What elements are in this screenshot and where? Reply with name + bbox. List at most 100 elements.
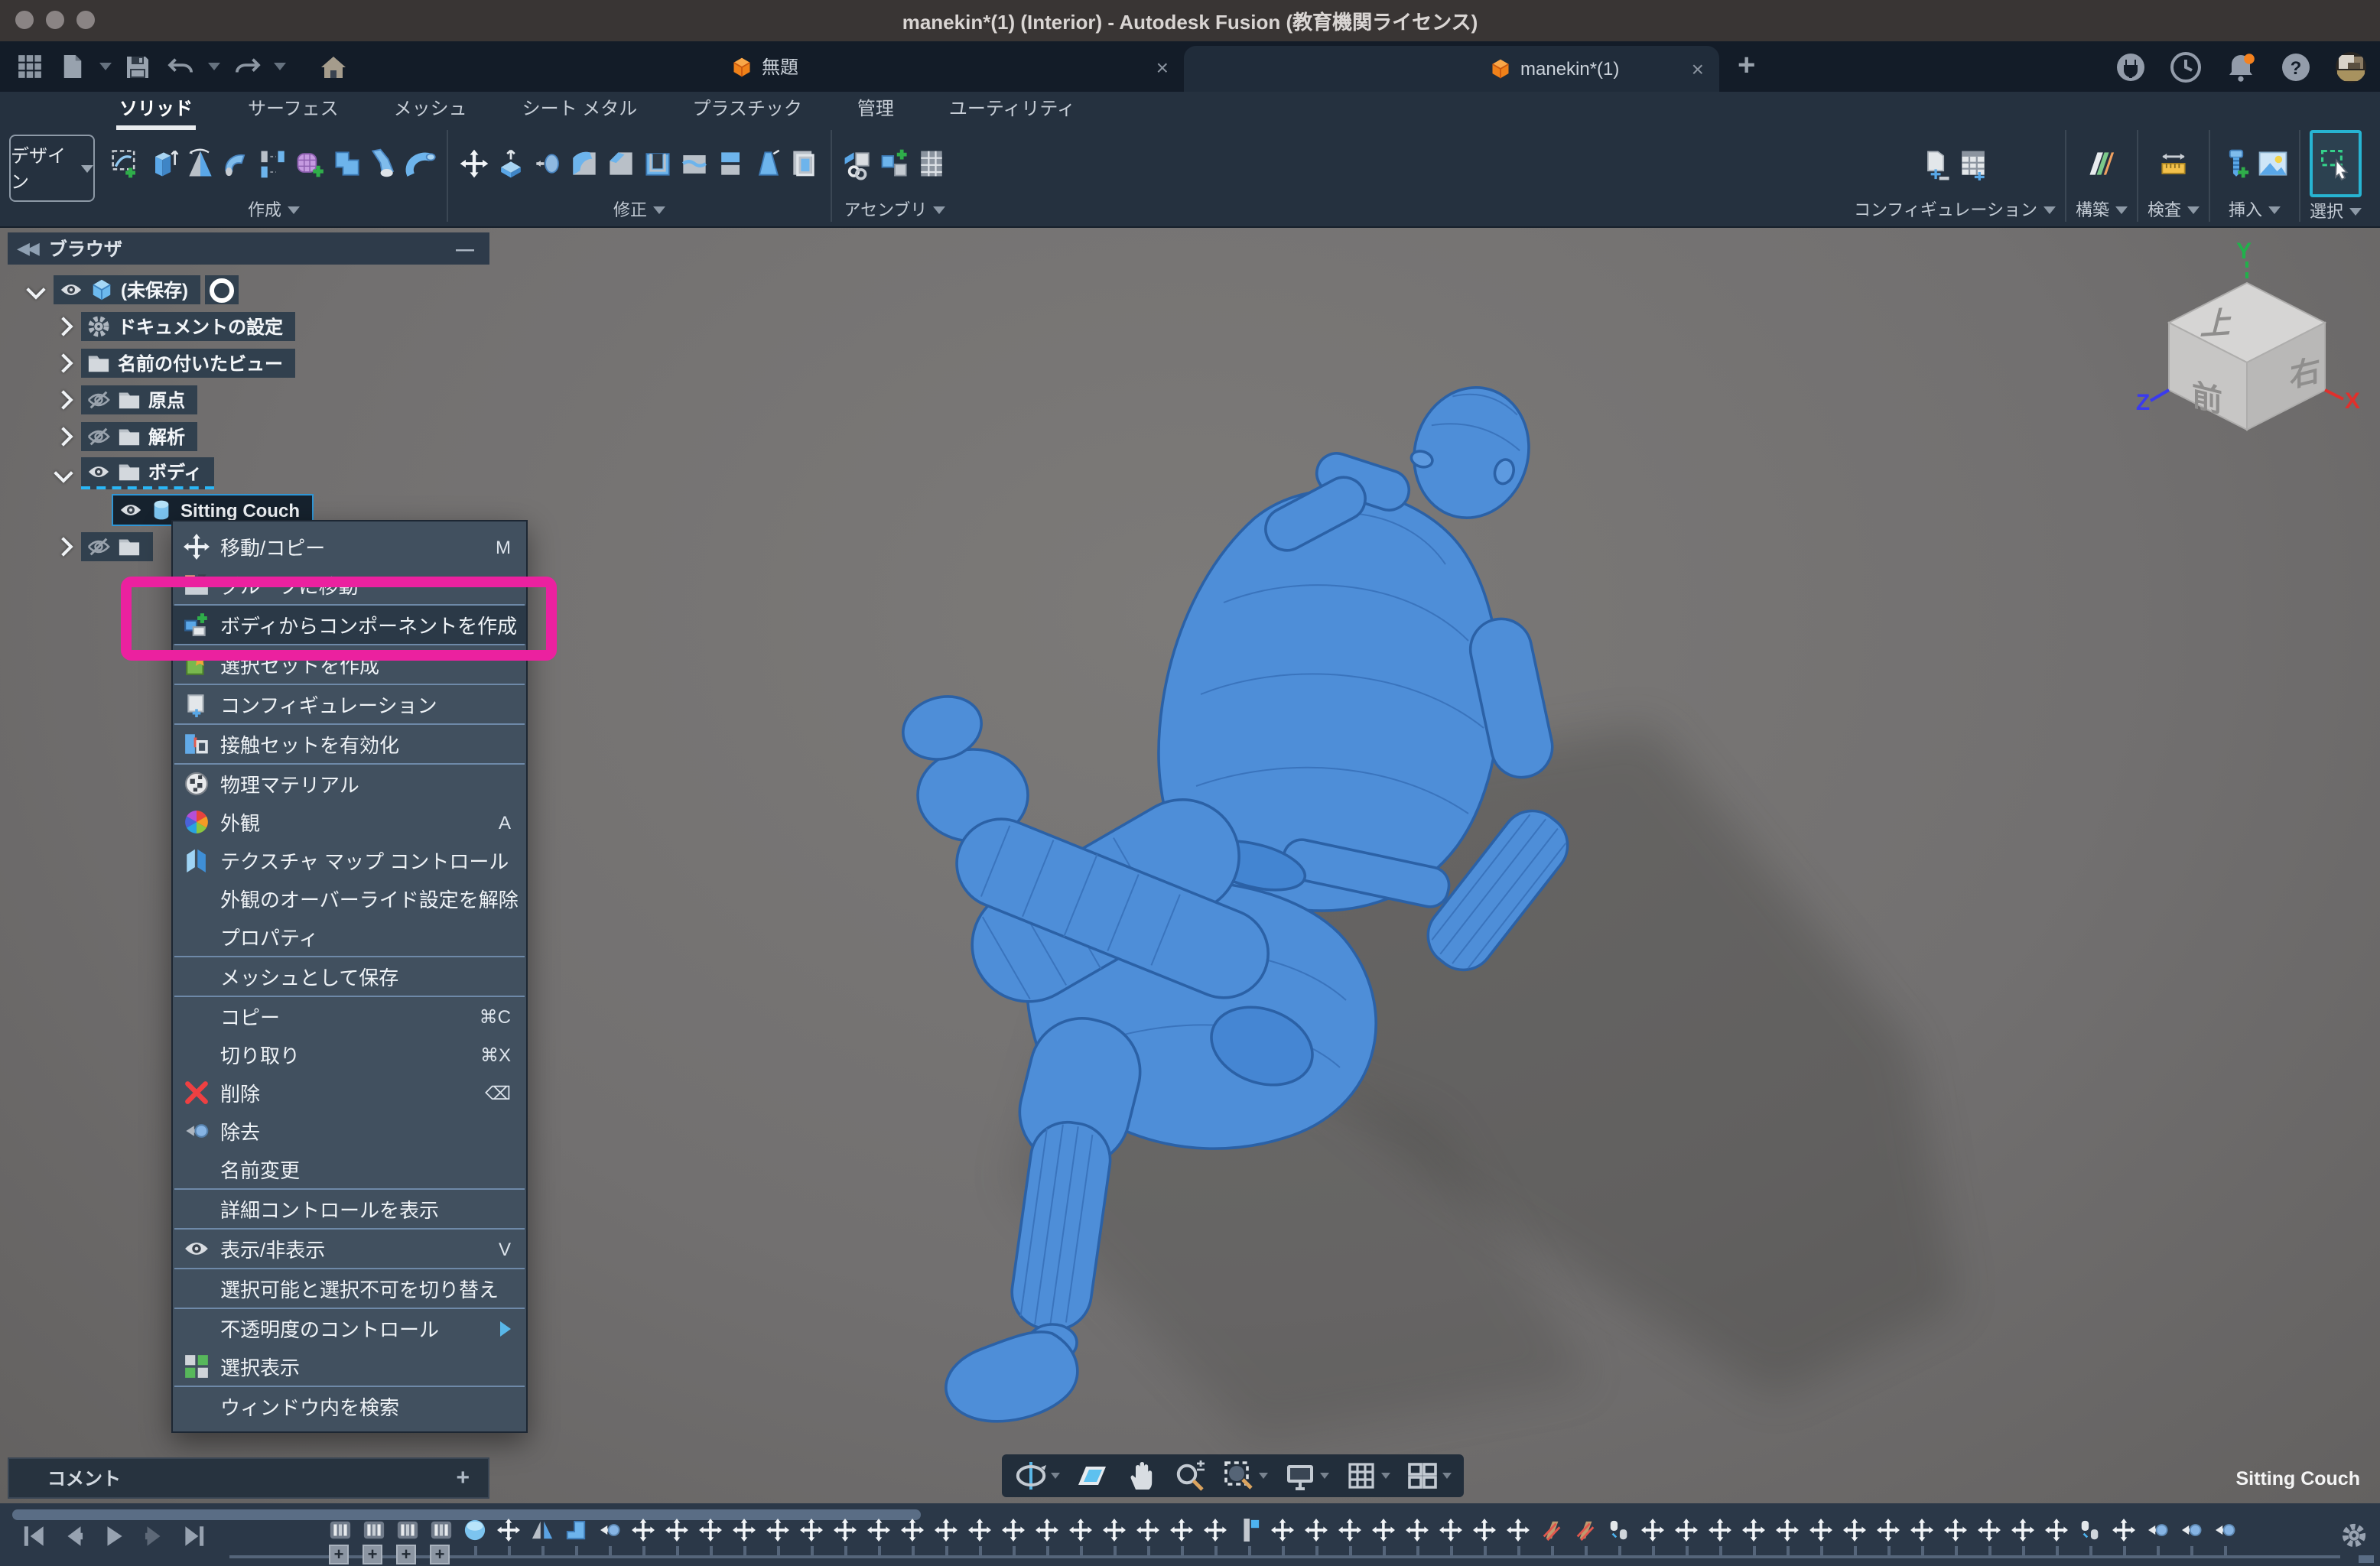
close-tab-icon[interactable]: ×	[1156, 54, 1169, 79]
timeline-settings-gear-icon[interactable]	[2340, 1522, 2368, 1549]
menu-item-詳細コントロールを表示[interactable]: 詳細コントロールを表示	[173, 1190, 526, 1228]
play-button[interactable]	[101, 1523, 127, 1549]
timeline-feature-move[interactable]	[1204, 1519, 1227, 1561]
chevron-down-icon[interactable]	[2043, 206, 2056, 213]
configuration-table-icon[interactable]	[1956, 140, 1990, 186]
timeline-feature-plane-suppressed[interactable]	[1574, 1519, 1597, 1561]
timeline-feature-move[interactable]	[2045, 1519, 2068, 1561]
timeline-feature-group[interactable]: +	[363, 1519, 385, 1561]
timeline-feature-move[interactable]	[632, 1519, 655, 1561]
menu-item-メッシュとして保存[interactable]: メッシュとして保存	[173, 957, 526, 996]
timeline-feature-move[interactable]	[935, 1519, 958, 1561]
timeline-feature-remove[interactable]	[598, 1519, 621, 1561]
menu-item-削除[interactable]: 削除⌫	[173, 1074, 526, 1112]
browser-row-ボディ[interactable]: ボディ	[57, 459, 512, 488]
chevron-down-icon[interactable]	[1320, 1473, 1329, 1479]
browser-node-label[interactable]: (未保存)	[121, 277, 188, 303]
job-status-icon[interactable]	[2169, 50, 2203, 83]
close-button[interactable]	[15, 11, 34, 29]
ribbon-group-label[interactable]: 作成	[248, 197, 281, 222]
home-icon[interactable]	[317, 50, 350, 83]
create-sketch-icon[interactable]	[110, 140, 144, 186]
thicken-icon[interactable]	[714, 140, 748, 186]
ribbon-tab-ユーティリティ[interactable]: ユーティリティ	[946, 90, 1078, 130]
menu-item-除去[interactable]: 除去	[173, 1112, 526, 1150]
browser-node-label[interactable]: ドキュメントの設定	[118, 314, 283, 340]
timeline-feature-move[interactable]	[665, 1519, 688, 1561]
ribbon-tab-メッシュ[interactable]: メッシュ	[391, 90, 470, 130]
chevron-down-icon[interactable]	[2187, 206, 2200, 213]
timeline-feature-move[interactable]	[1641, 1519, 1664, 1561]
chevron-down-icon[interactable]	[26, 280, 45, 299]
timeline-feature-move[interactable]	[1507, 1519, 1530, 1561]
timeline-feature-move[interactable]	[1877, 1519, 1900, 1561]
ribbon-tab-ソリッド[interactable]: ソリッド	[116, 90, 196, 130]
timeline-feature-remove[interactable]	[2146, 1519, 2169, 1561]
timeline-feature-move[interactable]	[1709, 1519, 1731, 1561]
configuration-icon-icon[interactable]	[1920, 140, 1953, 186]
ribbon-group-label[interactable]: 挿入	[2229, 197, 2262, 222]
pan-icon[interactable]	[1124, 1459, 1158, 1493]
timeline-feature-move[interactable]	[497, 1519, 520, 1561]
timeline-feature-move[interactable]	[1372, 1519, 1395, 1561]
measure-icon[interactable]	[2157, 140, 2190, 186]
traffic-lights[interactable]	[15, 11, 95, 29]
comments-panel[interactable]: コメント +	[8, 1457, 489, 1499]
fit-icon[interactable]	[1222, 1459, 1268, 1493]
timeline-feature-move[interactable]	[733, 1519, 756, 1561]
menu-item-プロパティ[interactable]: プロパティ	[173, 918, 526, 956]
ribbon-group-label[interactable]: コンフィギュレーション	[1854, 197, 2037, 222]
timeline-feature-group[interactable]: +	[329, 1519, 352, 1561]
minimize-button[interactable]	[46, 11, 64, 29]
browser-row-(未保存)[interactable]: (未保存)	[29, 275, 512, 304]
timeline-feature-sphere[interactable]	[463, 1519, 486, 1561]
construction-plane-icon[interactable]	[2085, 140, 2118, 186]
viewports-icon[interactable]	[1406, 1459, 1452, 1493]
expand-group-icon[interactable]: +	[396, 1545, 416, 1564]
timeline-feature-move[interactable]	[2112, 1519, 2135, 1561]
chevron-down-icon[interactable]	[1442, 1473, 1452, 1479]
ribbon-group-label[interactable]: 検査	[2148, 197, 2181, 222]
chevron-down-icon[interactable]	[653, 206, 665, 213]
chevron-down-icon[interactable]	[1259, 1473, 1268, 1479]
menu-item-名前変更[interactable]: 名前変更	[173, 1150, 526, 1188]
timeline-feature-move[interactable]	[1910, 1519, 1933, 1561]
skip-end-button[interactable]	[180, 1523, 206, 1549]
save-icon[interactable]	[121, 50, 154, 83]
offset-face-icon[interactable]	[531, 140, 564, 186]
ribbon-group-label[interactable]: アセンブリ	[844, 197, 928, 222]
file-menu-caret[interactable]	[99, 63, 112, 70]
timeline-feature-move[interactable]	[1978, 1519, 2001, 1561]
chevron-down-icon[interactable]	[54, 463, 73, 482]
ribbon-group-label[interactable]: 修正	[613, 197, 647, 222]
timeline-feature-move[interactable]	[1170, 1519, 1193, 1561]
timeline-feature-move[interactable]	[1136, 1519, 1159, 1561]
timeline-feature-plane-suppressed[interactable]	[1540, 1519, 1563, 1561]
ribbon-group-label[interactable]: 構築	[2076, 197, 2109, 222]
chevron-down-icon[interactable]	[2115, 206, 2128, 213]
extrude-icon[interactable]	[147, 140, 180, 186]
timeline-feature-move[interactable]	[968, 1519, 991, 1561]
timeline-feature-move[interactable]	[1271, 1519, 1294, 1561]
timeline-feature-move[interactable]	[1439, 1519, 1462, 1561]
timeline-feature-cylinder-feature[interactable]	[2079, 1519, 2102, 1561]
browser-node-label[interactable]: 解析	[148, 424, 185, 450]
add-comment-button[interactable]: +	[456, 1465, 470, 1491]
timeline-feature-group[interactable]: +	[430, 1519, 453, 1561]
browser-node-label[interactable]: Sitting Couch	[180, 499, 300, 521]
undo-icon[interactable]	[164, 50, 197, 83]
sweep-icon[interactable]	[220, 140, 254, 186]
rigid-group-icon[interactable]	[915, 140, 948, 186]
visibility-off-icon[interactable]	[87, 388, 110, 411]
chevron-right-icon[interactable]	[54, 390, 73, 409]
replace-face-icon[interactable]	[788, 140, 821, 186]
browser-header[interactable]: ◀◀ ブラウザ —	[8, 232, 489, 265]
visibility-on-icon[interactable]	[60, 278, 83, 301]
menu-item-移動/コピー[interactable]: 移動/コピーM	[173, 528, 526, 566]
new-component-icon[interactable]	[841, 140, 875, 186]
menu-item-切り取り[interactable]: 切り取り⌘X	[173, 1035, 526, 1074]
extensions-icon[interactable]	[2114, 50, 2148, 83]
chevron-down-icon[interactable]	[288, 206, 300, 213]
browser-node-label[interactable]: ボディ	[148, 459, 202, 485]
menu-item-ウィンドウ内を検索[interactable]: ウィンドウ内を検索	[173, 1387, 526, 1425]
